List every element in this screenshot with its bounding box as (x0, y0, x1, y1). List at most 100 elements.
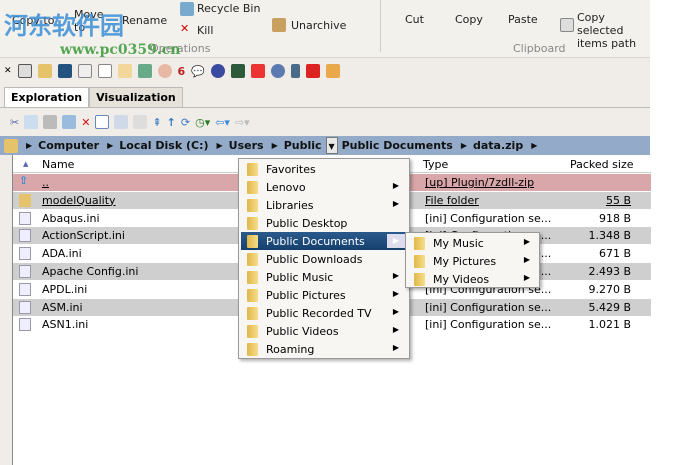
forward-icon[interactable]: ⇨▾ (235, 116, 250, 129)
menu-item[interactable]: Public Pictures ▶ (241, 286, 407, 304)
folder-open-icon[interactable] (117, 64, 132, 78)
xmind-icon[interactable] (305, 64, 320, 78)
menu-item[interactable]: Public Desktop (241, 214, 407, 232)
archive-icon[interactable] (37, 64, 52, 78)
menu-item[interactable]: Public Music ▶ (241, 268, 407, 286)
breadcrumb-local-disk[interactable]: ▶ Local Disk (C:) (103, 139, 212, 152)
cut-icon[interactable]: ✂ (10, 116, 19, 129)
folder-icon (247, 217, 258, 230)
submenu-item[interactable]: My Videos ▶ (408, 270, 538, 288)
separator (380, 0, 381, 52)
sort-asc-icon: ▲ (23, 160, 29, 168)
crumb-label: Computer (38, 139, 100, 152)
submenu-item[interactable]: My Music ▶ (408, 234, 538, 252)
pen-icon[interactable] (290, 64, 300, 78)
refresh-icon[interactable]: ⟳ (181, 116, 190, 129)
packed-size: 9.270 B (588, 282, 631, 296)
chart-view-icon[interactable] (133, 115, 148, 129)
copy-button[interactable]: Copy (455, 13, 483, 26)
monitor-icon[interactable] (57, 64, 72, 78)
top-icon[interactable]: ⇞ (152, 116, 161, 129)
swirl-icon[interactable]: 6 (178, 65, 186, 78)
column-type[interactable]: Type (423, 158, 448, 171)
crumb-label: Local Disk (C:) (119, 139, 209, 152)
rename-button[interactable]: Rename (122, 14, 167, 27)
menu-item[interactable]: Libraries ▶ (241, 196, 407, 214)
tab-exploration[interactable]: Exploration (4, 87, 90, 108)
menu-item[interactable]: Favorites (241, 160, 407, 178)
tab-visualization[interactable]: Visualization (89, 87, 183, 108)
menu-item[interactable]: Public Recorded TV ▶ (241, 304, 407, 322)
unarchive-icon (272, 18, 286, 32)
back-icon[interactable]: ⇦▾ (215, 116, 230, 129)
copy-to-icon[interactable] (62, 115, 77, 129)
paste-button[interactable]: Paste (508, 13, 538, 26)
matlab-icon[interactable] (230, 64, 245, 78)
file-name: APDL.ini (42, 282, 88, 296)
lifebuoy-icon[interactable] (157, 64, 172, 78)
ini-file-icon (19, 247, 31, 261)
folder-icon (247, 289, 258, 302)
watermark-url: www.pc0359.cn (60, 42, 181, 58)
menu-item-label: Roaming (266, 343, 315, 356)
ini-file-icon (19, 211, 31, 225)
blank-page-icon[interactable] (97, 64, 112, 78)
locked-folder-icon (414, 237, 425, 250)
chevron-right-icon: ▶ (392, 289, 399, 298)
breadcrumb-public-documents[interactable]: Public Documents (338, 139, 457, 152)
file-name: Apache Config.ini (42, 265, 139, 278)
menu-item[interactable]: Public Videos ▶ (241, 322, 407, 340)
chevron-right-icon: ▶ (392, 343, 399, 352)
breadcrumb-users[interactable]: ▶ Users (213, 139, 268, 152)
packed-size: 55 B (605, 193, 631, 207)
delete-icon[interactable]: ✕ (81, 116, 90, 129)
recycle-bin-button[interactable]: Recycle Bin (197, 2, 260, 15)
menu-item[interactable]: Roaming ▶ (241, 340, 407, 358)
submenu-item[interactable]: My Pictures ▶ (408, 252, 538, 270)
splash-icon[interactable] (250, 64, 265, 78)
lock-icon[interactable] (137, 64, 152, 78)
crumb-label: Public (283, 139, 322, 152)
close-icon[interactable]: ✕ (4, 66, 12, 76)
folder-icon (247, 343, 258, 356)
column-packed-size[interactable]: Packed size (570, 158, 633, 171)
menu-item[interactable]: Lenovo ▶ (241, 178, 407, 196)
breadcrumb-data-zip[interactable]: ▶ data.zip ▶ (457, 139, 548, 152)
speech-bubble-icon[interactable]: 💬 (191, 65, 205, 78)
breadcrumb-public[interactable]: ▶ Public (268, 139, 326, 152)
locked-folder-icon (414, 255, 425, 268)
copy-icon[interactable] (24, 115, 39, 129)
unarchive-button[interactable]: Unarchive (291, 19, 346, 32)
details-view-icon[interactable] (95, 115, 110, 129)
packed-size: 1.021 B (588, 318, 631, 332)
tiles-view-icon[interactable] (114, 115, 129, 129)
app-icon[interactable] (17, 64, 32, 78)
cut-button[interactable]: Cut (405, 13, 424, 26)
history-icon[interactable]: ◷▾ (195, 116, 210, 129)
menu-item[interactable]: Public Downloads (241, 250, 407, 268)
export-icon[interactable] (325, 64, 340, 78)
gear-icon[interactable] (270, 64, 285, 78)
packed-size: 1.348 B (588, 229, 631, 243)
file-type: [ini] Configuration se... (425, 300, 552, 314)
document-icon[interactable] (77, 64, 92, 78)
chevron-down-icon[interactable]: ▼ (325, 137, 338, 154)
up-arrow-icon[interactable]: ↑ (167, 116, 176, 129)
paste-icon[interactable] (43, 115, 58, 129)
crumb-label: Users (228, 139, 264, 152)
menu-item-label: Libraries (266, 199, 314, 212)
kill-icon: ✕ (180, 22, 190, 35)
kill-button[interactable]: Kill (197, 24, 213, 37)
copy-path-button[interactable]: Copy selected items path (577, 11, 652, 50)
watermark-logo: 河东软件园 (4, 11, 124, 40)
file-name: ASM.ini (42, 300, 83, 314)
breadcrumb-computer[interactable]: ▶ Computer (22, 139, 103, 152)
menu-item-label: Public Desktop (266, 217, 348, 230)
chevron-right-icon[interactable]: ▶ (387, 234, 405, 248)
menu-item[interactable]: Public Documents ▶ (241, 232, 407, 250)
column-name[interactable]: Name (42, 158, 74, 171)
folder-icon (247, 271, 258, 284)
divider (0, 107, 650, 108)
globe-icon[interactable] (210, 64, 225, 78)
public-documents-submenu: My Music ▶ My Pictures ▶ My Videos ▶ (405, 232, 540, 288)
